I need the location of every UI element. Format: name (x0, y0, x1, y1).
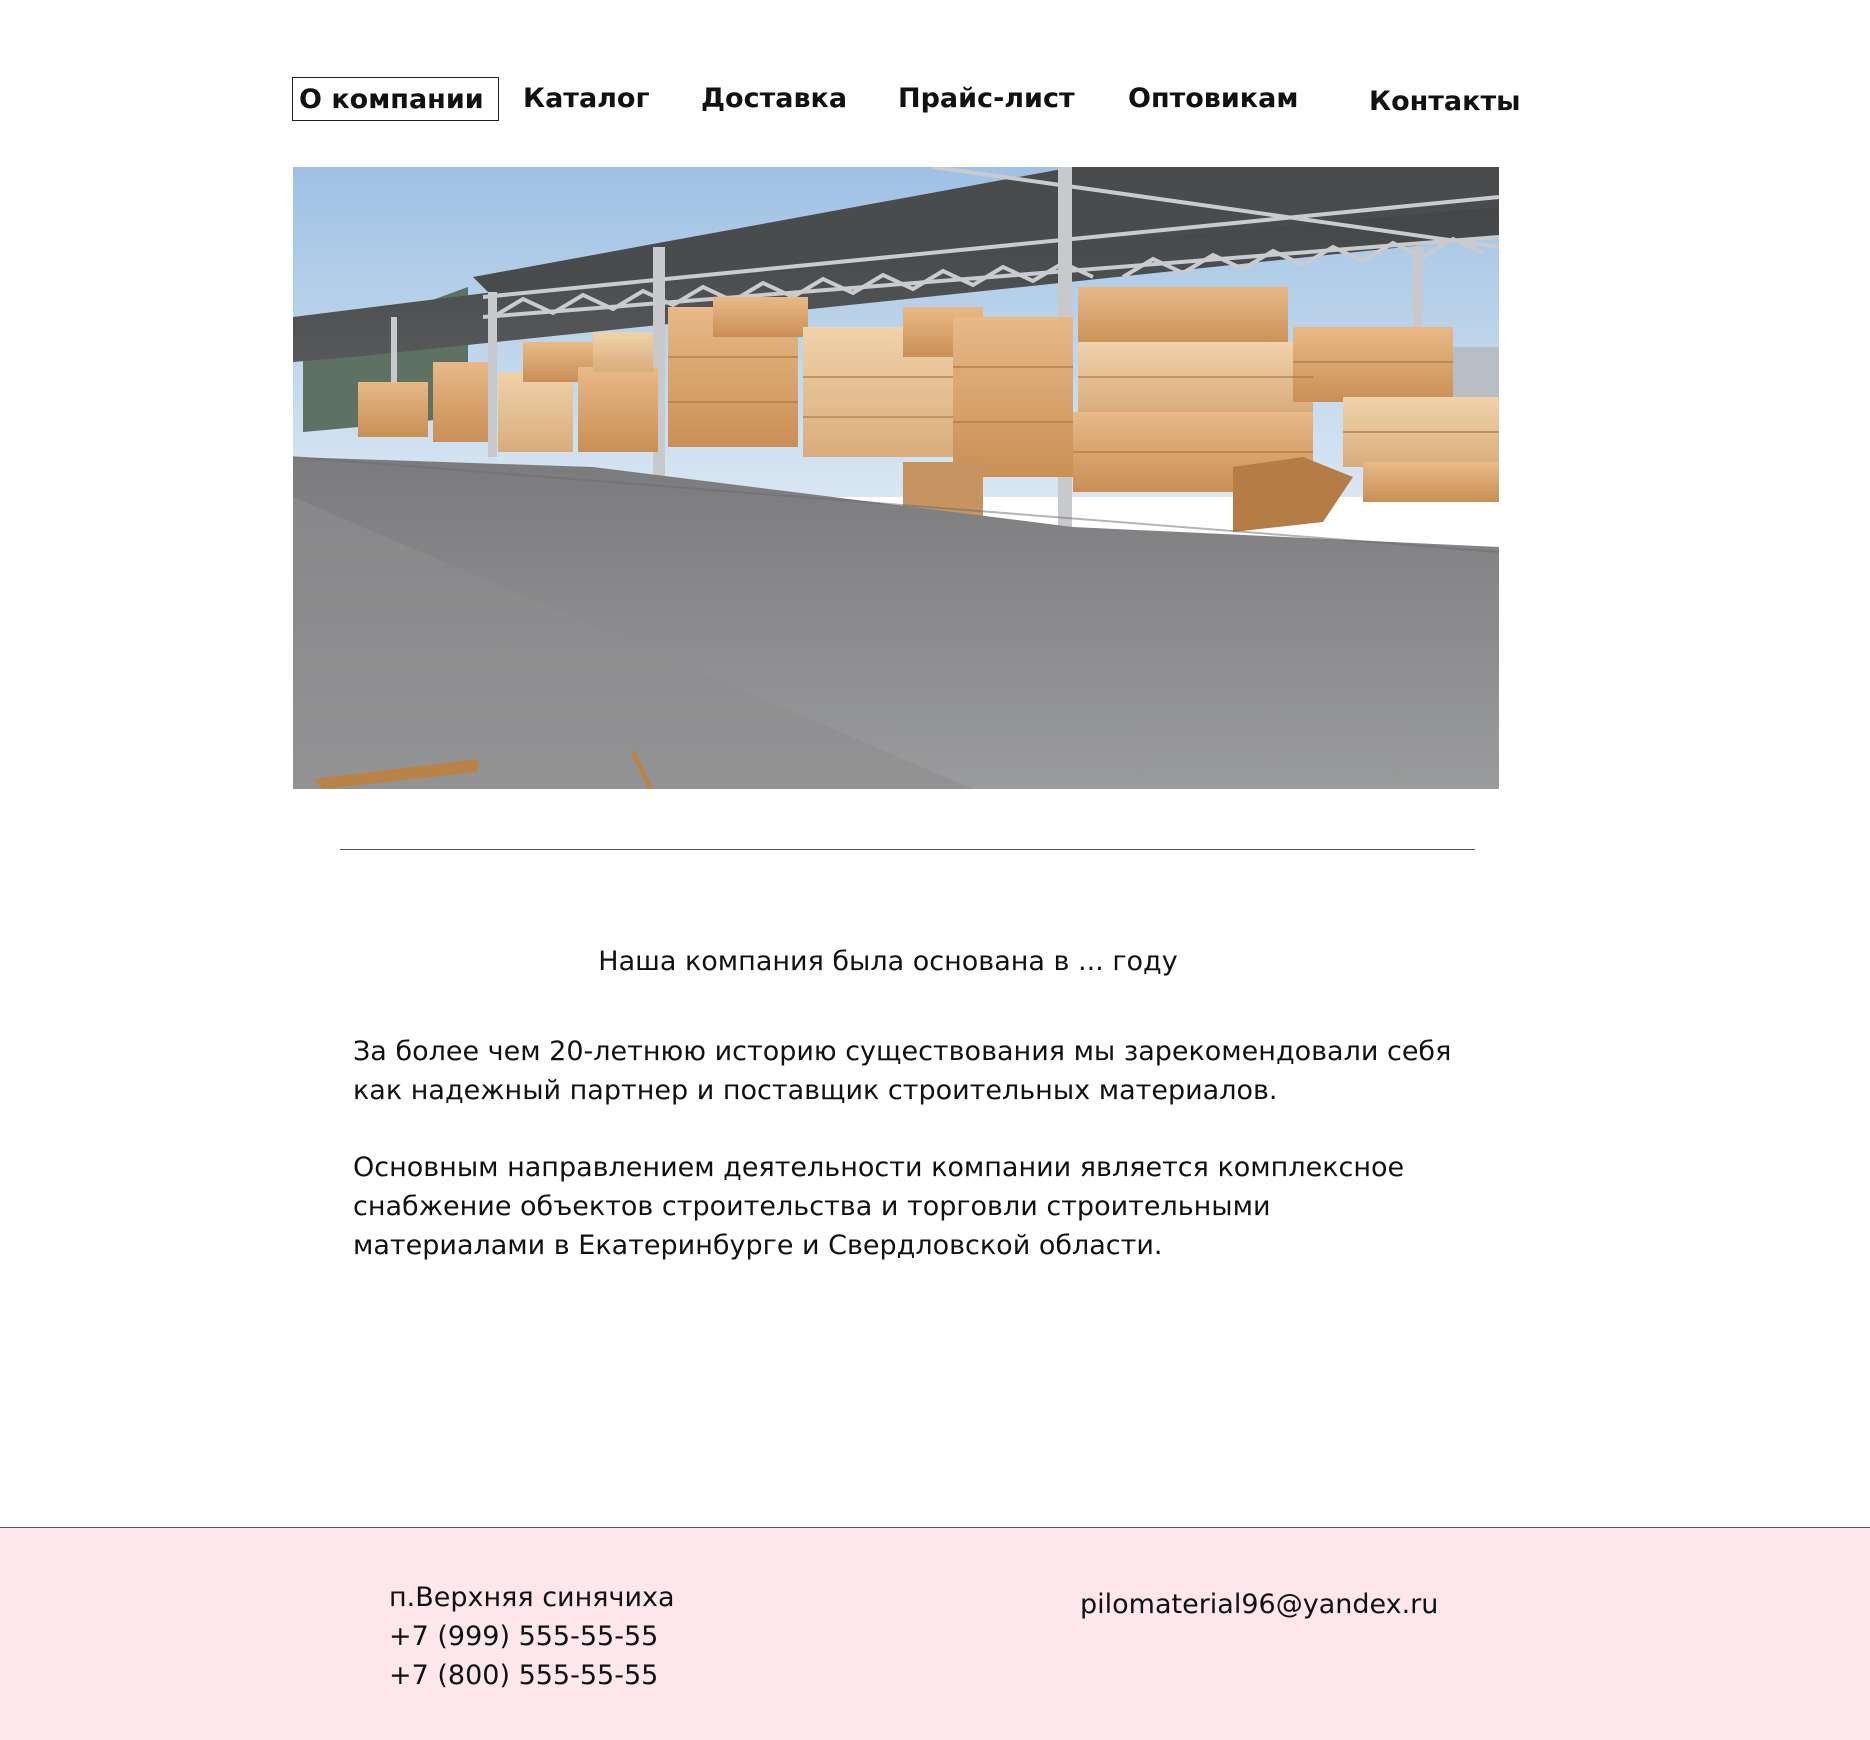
intro-text: Наша компания была основана в ... году (598, 946, 1178, 977)
nav-item-price-list[interactable]: Прайс-лист (898, 77, 1075, 121)
email-link[interactable]: pilomaterial96@yandex.ru (1080, 1585, 1438, 1624)
nav-item-contacts[interactable]: Контакты (1369, 80, 1521, 124)
nav-item-about[interactable]: О компании (292, 77, 499, 121)
nav-item-delivery[interactable]: Доставка (701, 77, 847, 121)
history-paragraph: За более чем 20-летнюю историю существов… (353, 1036, 1452, 1106)
page: О компании Каталог Доставка Прайс-лист О… (0, 0, 1870, 1740)
phone-2[interactable]: +7 (800) 555-55-55 (389, 1656, 675, 1695)
footer: п.Верхняя синячиха +7 (999) 555-55-55 +7… (0, 1527, 1870, 1740)
nav-item-catalog[interactable]: Каталог (523, 77, 650, 121)
hero-image (293, 167, 1499, 789)
section-divider (340, 849, 1475, 850)
phone-1[interactable]: +7 (999) 555-55-55 (389, 1617, 675, 1656)
contact-info: п.Верхняя синячиха +7 (999) 555-55-55 +7… (389, 1578, 675, 1695)
address: п.Верхняя синячиха (389, 1582, 675, 1613)
main-nav: О компании Каталог Доставка Прайс-лист О… (292, 77, 1521, 123)
activity-paragraph: Основным направлением деятельности компа… (353, 1152, 1405, 1261)
nav-item-wholesale[interactable]: Оптовикам (1128, 77, 1298, 121)
